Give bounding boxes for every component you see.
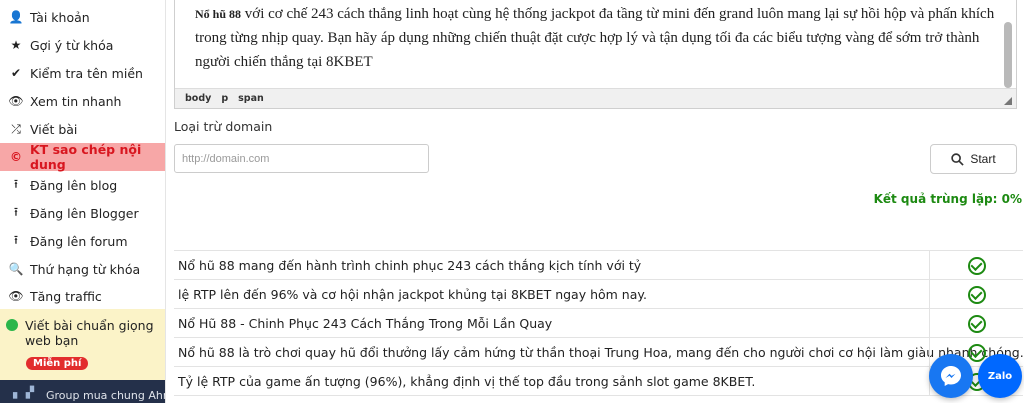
user-icon: 👤 [8, 10, 24, 24]
start-button-label: Start [970, 152, 996, 166]
status-path-p[interactable]: p [221, 93, 228, 104]
editor-status-bar: body p span [175, 88, 1016, 108]
upload-icon: ⭱ [13, 232, 19, 247]
editor-bold-lead: Nổ hũ 88 [195, 7, 242, 21]
zalo-button[interactable]: Zalo [978, 354, 1022, 398]
table-row: Nổ hũ 88 là trò chơi quay hũ đổi thưởng … [174, 338, 1024, 367]
bars-icon: ▖▗▘ [13, 386, 39, 399]
sidebar-item-label: Đăng lên blog [30, 177, 118, 193]
resize-handle-icon[interactable] [1004, 97, 1012, 105]
promo-write-web-voice[interactable]: Viết bài chuẩn giọng web bạn Miễn phí [0, 309, 165, 380]
sidebar-item-label: Xem tin nhanh [30, 93, 122, 109]
sidebar-item-label: Tài khoản [30, 9, 90, 25]
duplicate-result: Kết quả trùng lặp: 0% [873, 192, 1022, 206]
free-badge: Miễn phí [26, 357, 89, 370]
status-path-body[interactable]: body [185, 93, 211, 104]
check-icon: ✔ [10, 66, 22, 80]
editor-content[interactable]: Nổ hũ 88 với cơ chế 243 cách thắng linh … [195, 2, 995, 74]
check-circle-icon [967, 314, 986, 333]
sidebar-item-post-forum[interactable]: ⭱ Đăng lên forum [0, 227, 165, 255]
sidebar-item-post-blog[interactable]: ⭱ Đăng lên blog [0, 171, 165, 199]
sidebar-item-domain-check[interactable]: ✔ Kiểm tra tên miền [0, 59, 165, 87]
exclude-domain-input[interactable] [174, 144, 429, 173]
sidebar-item-copy-check[interactable]: © KT sao chép nội dung [0, 142, 165, 172]
shuffle-icon: ⤮ [11, 121, 21, 136]
app-root: 👤 Tài khoản ★ Gợi ý từ khóa ✔ Kiểm tra t… [0, 0, 1024, 403]
check-circle-icon [967, 343, 986, 362]
sidebar-item-label: Viết bài [30, 121, 78, 137]
group-buy-banner[interactable]: ▖▗▘ Group mua chung Ahre [0, 380, 165, 403]
sidebar-item-write[interactable]: ⤮ Viết bài [0, 115, 165, 143]
sidebar-item-label: Kiểm tra tên miền [30, 65, 143, 81]
row-status-cell [929, 280, 1023, 309]
content-editor[interactable]: Nổ hũ 88 với cơ chế 243 cách thắng linh … [174, 0, 1017, 109]
check-circle-icon [967, 256, 986, 275]
sidebar-item-label: Thứ hạng từ khóa [30, 261, 141, 277]
sidebar-item-label: Gợi ý từ khóa [30, 37, 114, 53]
eye-icon: 👁 [8, 289, 24, 303]
table-row: Tỷ lệ RTP của game ấn tượng (96%), khẳng… [174, 367, 1023, 396]
promo-text: Viết bài chuẩn giọng web bạn [25, 318, 154, 348]
eye-icon: 👁 [8, 94, 24, 108]
results-table: Nổ hũ 88 mang đến hành trình chinh phục … [174, 250, 1024, 396]
search-icon [951, 152, 964, 166]
sidebar: 👤 Tài khoản ★ Gợi ý từ khóa ✔ Kiểm tra t… [0, 0, 166, 403]
online-dot-icon [6, 319, 18, 331]
sidebar-item-label: Tăng traffic [30, 288, 102, 304]
upload-icon: ⭱ [13, 176, 19, 191]
messenger-icon [941, 366, 961, 386]
row-sentence: Nổ hũ 88 là trò chơi quay hũ đổi thưởng … [178, 345, 1024, 360]
row-sentence: Nổ Hũ 88 - Chinh Phục 243 Cách Thắng Tro… [178, 316, 553, 331]
group-buy-text: Group mua chung Ahre [46, 389, 165, 402]
sidebar-item-label: Đăng lên Blogger [30, 205, 139, 221]
sidebar-item-account[interactable]: 👤 Tài khoản [0, 3, 165, 31]
table-row: Nổ hũ 88 mang đến hành trình chinh phục … [174, 251, 1023, 280]
sidebar-item-keyword-rank[interactable]: 🔍 Thứ hạng từ khóa [0, 255, 165, 283]
sidebar-item-post-blogger[interactable]: ⭱ Đăng lên Blogger [0, 199, 165, 227]
table-row: lệ RTP lên đến 96% và cơ hội nhận jackpo… [174, 280, 1023, 309]
row-status-cell [929, 309, 1023, 338]
search-icon: 🔍 [8, 262, 24, 276]
row-status-cell [929, 251, 1023, 280]
sidebar-item-keyword-suggest[interactable]: ★ Gợi ý từ khóa [0, 31, 165, 59]
sidebar-item-label: KT sao chép nội dung [30, 142, 142, 172]
editor-body: với cơ chế 243 cách thắng linh hoạt cùng… [195, 6, 995, 70]
table-row: Nổ Hũ 88 - Chinh Phục 243 Cách Thắng Tro… [174, 309, 1023, 338]
row-sentence: lệ RTP lên đến 96% và cơ hội nhận jackpo… [178, 287, 647, 302]
editor-scrollbar[interactable] [1004, 22, 1012, 88]
upload-icon: ⭱ [13, 204, 19, 219]
row-sentence: Tỷ lệ RTP của game ấn tượng (96%), khẳng… [178, 374, 756, 389]
messenger-button[interactable] [929, 354, 973, 398]
zalo-icon: Zalo [987, 370, 1013, 382]
check-circle-icon [967, 285, 986, 304]
status-path-span[interactable]: span [238, 93, 264, 104]
exclude-domain-label: Loại trừ domain [174, 119, 273, 134]
sidebar-item-label: Đăng lên forum [30, 233, 128, 249]
star-icon: ★ [10, 38, 22, 52]
row-sentence: Nổ hũ 88 mang đến hành trình chinh phục … [178, 258, 642, 273]
start-button[interactable]: Start [930, 144, 1017, 174]
sidebar-item-quick-news[interactable]: 👁 Xem tin nhanh [0, 87, 165, 115]
copyright-icon: © [10, 150, 22, 164]
sidebar-item-traffic[interactable]: 👁 Tăng traffic [0, 282, 165, 310]
